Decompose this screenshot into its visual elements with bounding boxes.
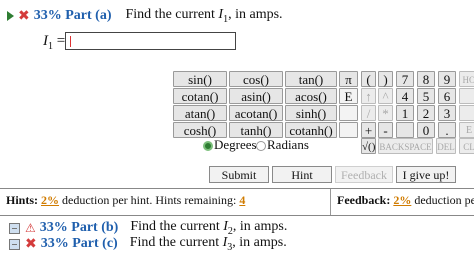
digit-3-button[interactable]: 3 — [438, 105, 456, 121]
document-icon — [9, 238, 20, 250]
hint-button[interactable]: Hint — [272, 166, 332, 183]
up-arrow-icon[interactable]: ↑ — [361, 88, 376, 104]
part-b-percent: 33% Part (b) — [39, 220, 119, 235]
text-caret — [70, 36, 71, 47]
submit-button[interactable]: Submit — [209, 166, 269, 183]
degrees-radio[interactable] — [203, 141, 213, 151]
cos-button[interactable]: cos() — [229, 71, 283, 87]
part-a-text: Find the current I1, in amps. — [125, 7, 283, 25]
cotan-button[interactable]: cotan() — [173, 88, 227, 104]
x-icon: ✖ — [25, 236, 37, 252]
feedback-deduction: 2% — [393, 193, 412, 207]
radians-radio[interactable] — [256, 141, 266, 151]
answer-label: I1 = — [43, 33, 66, 52]
del-button[interactable]: DEL — [436, 138, 456, 154]
acos-button[interactable]: acos() — [285, 88, 337, 104]
tan-button[interactable]: tan() — [285, 71, 337, 87]
divider — [0, 215, 474, 216]
digit-1-button[interactable]: 1 — [396, 105, 414, 121]
minus-button[interactable]: - — [378, 122, 393, 138]
close-paren-button[interactable]: ) — [378, 71, 393, 87]
home-button[interactable]: HO — [459, 71, 474, 87]
digit-9-button[interactable]: 9 — [438, 71, 456, 87]
digit-7-button[interactable]: 7 — [396, 71, 414, 87]
tanh-button[interactable]: tanh() — [229, 122, 283, 138]
part-a-header: ✖ 33% Part (a) Find the current I1, in a… — [0, 6, 283, 26]
part-c-header[interactable]: ✖ 33% Part (c) Find the current I3, in a… — [0, 235, 287, 253]
feedback-button: Feedback — [335, 166, 393, 183]
asin-button[interactable]: asin() — [229, 88, 283, 104]
hint-deduction: 2% — [41, 193, 60, 207]
blank-key — [339, 105, 358, 121]
part-c-percent: 33% Part (c) — [40, 236, 118, 251]
digit-6-button[interactable]: 6 — [438, 88, 456, 104]
x-icon: ✖ — [18, 8, 30, 24]
warning-icon: ⚠ — [25, 221, 36, 235]
blank-key — [396, 122, 414, 138]
pi-button[interactable]: π — [339, 71, 358, 87]
multiply-button[interactable]: * — [378, 105, 393, 121]
blank-key — [339, 122, 358, 138]
play-icon[interactable] — [7, 11, 14, 21]
hints-info: Hints: 2% deduction per hint. Hints rema… — [6, 193, 246, 207]
dot-button[interactable]: . — [438, 122, 456, 138]
feedback-info: Feedback: 2% deduction per feedb — [330, 189, 474, 215]
left-arrow-button[interactable] — [459, 88, 474, 104]
give-up-button[interactable]: I give up! — [396, 166, 456, 183]
plus-button[interactable]: + — [361, 122, 376, 138]
degrees-label: Degrees — [214, 137, 257, 152]
acotan-button[interactable]: acotan() — [229, 105, 283, 121]
answer-input[interactable] — [65, 32, 236, 50]
hints-remaining: 4 — [239, 193, 246, 207]
clear-button[interactable]: CL — [459, 138, 474, 154]
e-button[interactable]: E — [339, 88, 358, 104]
part-a-percent: 33% Part (a) — [33, 8, 112, 23]
right-arrow-button[interactable] — [459, 105, 474, 121]
sinh-button[interactable]: sinh() — [285, 105, 337, 121]
digit-8-button[interactable]: 8 — [417, 71, 435, 87]
digit-4-button[interactable]: 4 — [396, 88, 414, 104]
digit-0-button[interactable]: 0 — [417, 122, 435, 138]
end-button[interactable]: E — [459, 122, 474, 138]
backspace-button[interactable]: BACKSPACE — [378, 138, 433, 154]
sin-button[interactable]: sin() — [173, 71, 227, 87]
radians-label: Radians — [267, 137, 309, 152]
digit-5-button[interactable]: 5 — [417, 88, 435, 104]
sqrt-button[interactable]: √() — [361, 138, 376, 154]
cosh-button[interactable]: cosh() — [173, 122, 227, 138]
power-button[interactable]: ^ — [378, 88, 393, 104]
part-c-text: Find the current I3, in amps. — [129, 235, 287, 253]
digit-2-button[interactable]: 2 — [417, 105, 435, 121]
document-icon — [9, 222, 20, 234]
divide-button[interactable]: / — [361, 105, 376, 121]
open-paren-button[interactable]: ( — [361, 71, 376, 87]
atan-button[interactable]: atan() — [173, 105, 227, 121]
cotanh-button[interactable]: cotanh() — [285, 122, 337, 138]
